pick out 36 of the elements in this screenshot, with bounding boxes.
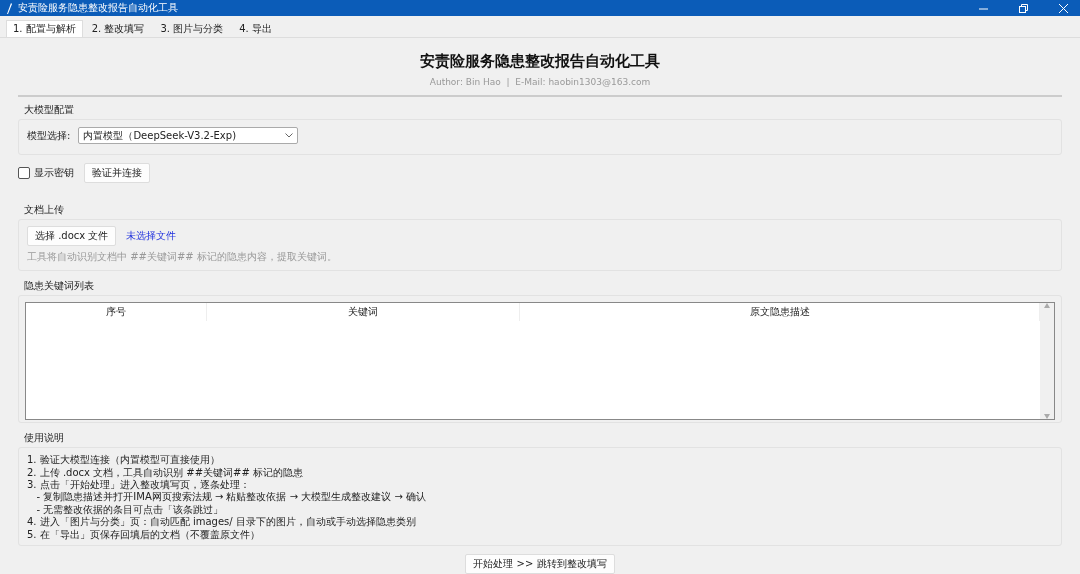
field-label: 模型选择: [27, 128, 71, 143]
model-dropdown[interactable]: 内置模型（DeepSeek-V3.2-Exp) [78, 127, 299, 145]
tab[interactable]: 1. 配置与解析 [6, 20, 83, 38]
author-line: Author: Bin Hao | E-Mail: haobin1303@163.com [428, 77, 652, 88]
column-header: 序号 [26, 303, 207, 322]
instruction-line: 1. 验证大模型连接（内置模型可直接使用） [27, 454, 221, 467]
group-title: 使用说明 [24, 431, 65, 446]
tab[interactable]: 2. 整改填写 [84, 20, 152, 38]
chevron-icon [285, 133, 294, 139]
choose-file-button[interactable]: 选择 .docx 文件 [27, 226, 117, 247]
instruction-line: 3. 点击「开始处理」进入整改填写页，逐条处理： [27, 478, 251, 491]
checkbox-label: 显示密钥 [34, 166, 74, 181]
feather-icon [6, 2, 12, 14]
scroll-down-icon[interactable] [1044, 414, 1050, 420]
close-icon [1058, 3, 1068, 13]
column-header: 关键词 [207, 303, 520, 322]
group-title: 大模型配置 [24, 103, 75, 118]
tab[interactable]: 3. 图片与分类 [153, 20, 231, 38]
window-title: 安责险服务隐患整改报告自动化工具 [18, 1, 179, 16]
show-key-checkbox[interactable] [18, 167, 30, 180]
file-status: 未选择文件 [126, 229, 177, 244]
instruction-line: - 无需整改依据的条目可点击「该条跳过」 [35, 503, 225, 516]
upload-hint: 工具将自动识别文档中 ##关键词## 标记的隐患内容，提取关键词。 [27, 250, 338, 265]
app-title: 安责险服务隐患整改报告自动化工具 [419, 52, 661, 72]
instruction-line: 4. 进入「图片与分类」页：自动匹配 images/ 目录下的图片，自动或手动选择隐患类别 [27, 516, 417, 529]
start-button[interactable]: 开始处理 >> 跳转到整改填写 [465, 554, 615, 574]
verify-button[interactable]: 验证并连接 [84, 163, 150, 184]
scrollbar[interactable] [1040, 303, 1054, 420]
group-title: 文档上传 [24, 203, 65, 218]
instruction-line: 2. 上传 .docx 文档，工具自动识别 ##关键词## 标记的隐患 [27, 466, 304, 479]
instruction-line: - 复制隐患描述并打开IMA网页搜索法规 → 粘贴整改依据 → 大模型生成整改建议 → 确认 [35, 491, 427, 504]
group-title: 隐患关键词列表 [24, 279, 95, 294]
restore-icon [1018, 3, 1028, 13]
instruction-line: 5. 在「导出」页保存回填后的文档（不覆盖原文件） [27, 528, 261, 541]
tab[interactable]: 4. 导出 [232, 20, 279, 38]
scroll-up-icon[interactable] [1044, 303, 1050, 309]
